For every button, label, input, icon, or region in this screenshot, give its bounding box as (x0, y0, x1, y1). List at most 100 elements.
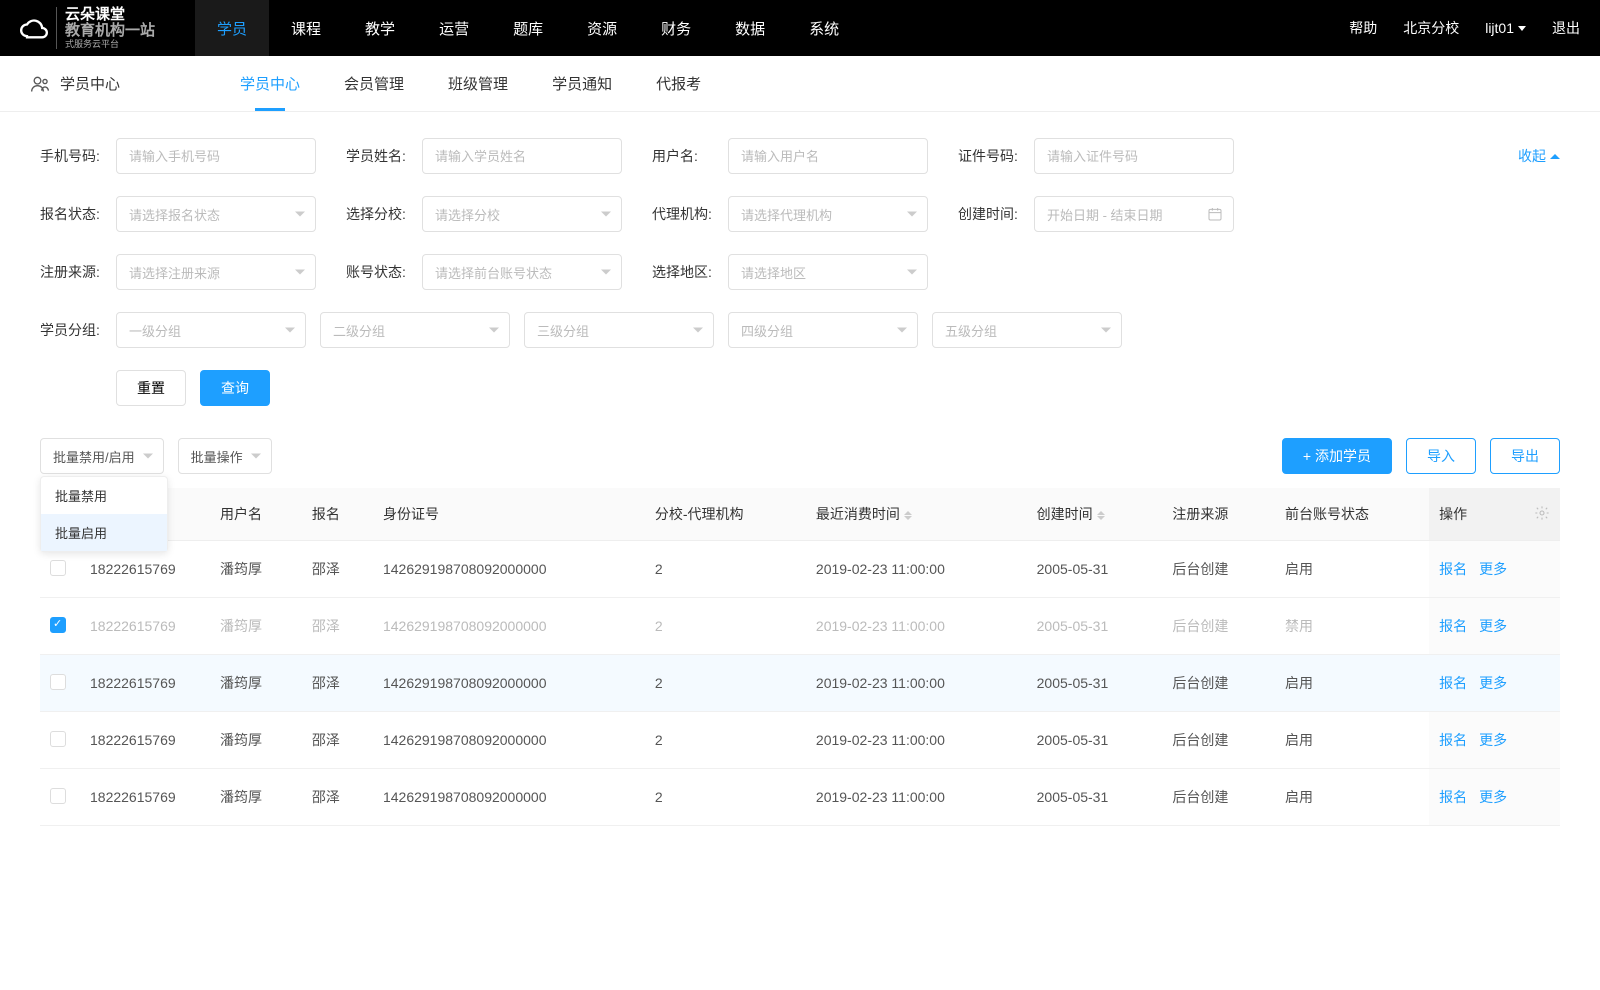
top-nav-数据[interactable]: 数据 (713, 0, 787, 56)
cell-branch: 2 (645, 769, 806, 826)
create-time-range[interactable]: 开始日期 - 结束日期 (1034, 196, 1234, 232)
row-checkbox[interactable] (50, 788, 66, 804)
name-input[interactable] (422, 138, 622, 174)
cell-signup: 邵泽 (302, 769, 373, 826)
cell-created: 2005-05-31 (1027, 655, 1163, 712)
row-signup-link[interactable]: 报名 (1439, 561, 1467, 577)
cell-branch: 2 (645, 655, 806, 712)
row-more-link[interactable]: 更多 (1479, 618, 1507, 634)
add-student-button[interactable]: + 添加学员 (1282, 438, 1392, 474)
user-icon (30, 74, 50, 94)
cell-phone: 18222615769 (80, 712, 210, 769)
row-checkbox[interactable] (50, 674, 66, 690)
bulk-toggle-select[interactable]: 批量禁用/启用 (40, 438, 164, 474)
cell-phone: 18222615769 (80, 769, 210, 826)
toolbar: 批量禁用/启用 批量操作 批量禁用 批量启用 + 添加学员 导入 导出 (0, 412, 1600, 488)
sub-nav-代报考[interactable]: 代报考 (656, 56, 701, 111)
logo-title: 云朵课堂 (65, 7, 155, 24)
bulk-ops-select[interactable]: 批量操作 (178, 438, 272, 474)
cell-branch: 2 (645, 541, 806, 598)
top-right: 帮助 北京分校 lijt01 退出 (1349, 18, 1580, 38)
row-more-link[interactable]: 更多 (1479, 561, 1507, 577)
signup-status-select[interactable]: 请选择报名状态 (116, 196, 316, 232)
group-select-5[interactable]: 五级分组 (932, 312, 1122, 348)
calendar-icon (1207, 206, 1223, 222)
cell-last-consume: 2019-02-23 11:00:00 (806, 712, 1027, 769)
account-status-select[interactable]: 请选择前台账号状态 (422, 254, 622, 290)
sub-nav-学员通知[interactable]: 学员通知 (552, 56, 612, 111)
top-nav-资源[interactable]: 资源 (565, 0, 639, 56)
col-account-status[interactable]: 前台账号状态 (1275, 488, 1429, 541)
gear-icon[interactable] (1534, 505, 1550, 521)
phone-input[interactable] (116, 138, 316, 174)
sub-nav-学员中心[interactable]: 学员中心 (240, 56, 300, 111)
top-nav-运营[interactable]: 运营 (417, 0, 491, 56)
search-button[interactable]: 查询 (200, 370, 270, 406)
reg-source-select[interactable]: 请选择注册来源 (116, 254, 316, 290)
sort-icon (1097, 511, 1105, 520)
table-row: 18222615769 潘筠厚 邵泽 142629198708092000000… (40, 541, 1560, 598)
table-row: 18222615769 潘筠厚 邵泽 142629198708092000000… (40, 712, 1560, 769)
agency-select[interactable]: 请选择代理机构 (728, 196, 928, 232)
cell-idno: 142629198708092000000 (373, 769, 645, 826)
row-signup-link[interactable]: 报名 (1439, 732, 1467, 748)
row-checkbox[interactable] (50, 560, 66, 576)
row-more-link[interactable]: 更多 (1479, 675, 1507, 691)
bulk-enable-item[interactable]: 批量启用 (41, 514, 167, 551)
group-select-2[interactable]: 二级分组 (320, 312, 510, 348)
col-username[interactable]: 用户名 (210, 488, 302, 541)
subbar: 学员中心 学员中心会员管理班级管理学员通知代报考 (0, 56, 1600, 112)
cell-status: 禁用 (1275, 598, 1429, 655)
row-signup-link[interactable]: 报名 (1439, 675, 1467, 691)
top-nav-教学[interactable]: 教学 (343, 0, 417, 56)
caret-up-icon (1550, 154, 1560, 159)
region-select[interactable]: 请选择地区 (728, 254, 928, 290)
filters: 手机号码 学员姓名 用户名 证件号码 收起 报名状态请选择报名状态 选择分校请选… (0, 112, 1600, 406)
logo-text: 云朵课堂 教育机构一站式服务云平台 (56, 7, 155, 50)
col-created[interactable]: 创建时间 (1027, 488, 1163, 541)
cell-idno: 142629198708092000000 (373, 541, 645, 598)
col-signup[interactable]: 报名 (302, 488, 373, 541)
row-more-link[interactable]: 更多 (1479, 732, 1507, 748)
name-label: 学员姓名 (346, 146, 422, 166)
idno-label: 证件号码 (958, 146, 1034, 166)
branch-select[interactable]: 请选择分校 (422, 196, 622, 232)
idno-input[interactable] (1034, 138, 1234, 174)
reset-button[interactable]: 重置 (116, 370, 186, 406)
row-more-link[interactable]: 更多 (1479, 789, 1507, 805)
logout-link[interactable]: 退出 (1552, 18, 1580, 38)
branch-link[interactable]: 北京分校 (1403, 18, 1459, 38)
row-checkbox[interactable] (50, 731, 66, 747)
table-row: 18222615769 潘筠厚 邵泽 142629198708092000000… (40, 769, 1560, 826)
top-nav-课程[interactable]: 课程 (269, 0, 343, 56)
sub-nav-会员管理[interactable]: 会员管理 (344, 56, 404, 111)
collapse-link[interactable]: 收起 (1518, 138, 1560, 174)
group-select-1[interactable]: 一级分组 (116, 312, 306, 348)
col-idno[interactable]: 身份证号 (373, 488, 645, 541)
cell-source: 后台创建 (1162, 655, 1275, 712)
cell-source: 后台创建 (1162, 769, 1275, 826)
col-source[interactable]: 注册来源 (1162, 488, 1275, 541)
help-link[interactable]: 帮助 (1349, 18, 1377, 38)
phone-label: 手机号码 (40, 146, 116, 166)
username-input[interactable] (728, 138, 928, 174)
col-branch[interactable]: 分校-代理机构 (645, 488, 806, 541)
user-menu[interactable]: lijt01 (1485, 20, 1526, 36)
top-nav-题库[interactable]: 题库 (491, 0, 565, 56)
export-button[interactable]: 导出 (1490, 438, 1560, 474)
group-select-3[interactable]: 三级分组 (524, 312, 714, 348)
bulk-disable-item[interactable]: 批量禁用 (41, 477, 167, 514)
sub-nav-班级管理[interactable]: 班级管理 (448, 56, 508, 111)
sub-nav: 学员中心会员管理班级管理学员通知代报考 (240, 56, 701, 111)
cell-source: 后台创建 (1162, 712, 1275, 769)
row-signup-link[interactable]: 报名 (1439, 789, 1467, 805)
top-nav-系统[interactable]: 系统 (787, 0, 861, 56)
row-checkbox[interactable] (50, 617, 66, 633)
group-select-4[interactable]: 四级分组 (728, 312, 918, 348)
import-button[interactable]: 导入 (1406, 438, 1476, 474)
top-nav-财务[interactable]: 财务 (639, 0, 713, 56)
top-nav-学员[interactable]: 学员 (195, 0, 269, 56)
table-row: 18222615769 潘筠厚 邵泽 142629198708092000000… (40, 655, 1560, 712)
row-signup-link[interactable]: 报名 (1439, 618, 1467, 634)
col-last-consume[interactable]: 最近消费时间 (806, 488, 1027, 541)
